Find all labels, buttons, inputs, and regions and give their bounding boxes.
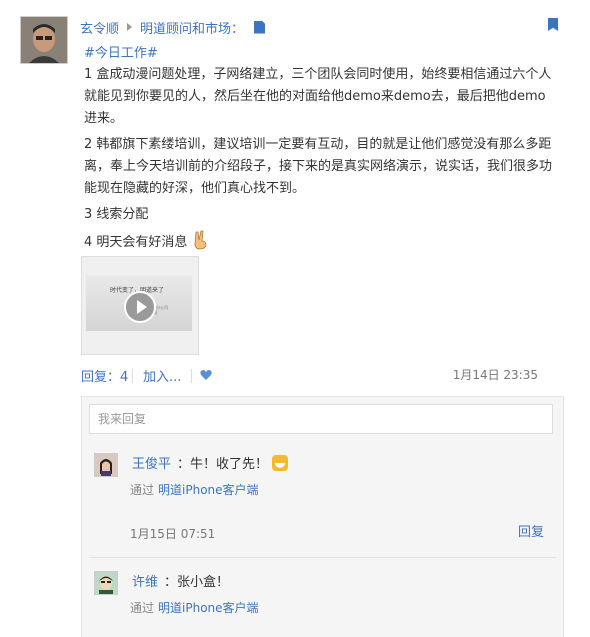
video-thumbnail[interactable]: 时代变了，明道来了 明道精英分公司— 玄令顺 [81, 256, 199, 355]
play-icon[interactable] [124, 291, 156, 323]
commenter-name[interactable]: 许维 [132, 571, 158, 590]
comment-message: ：牛！收了先！ [177, 453, 289, 472]
heart-icon[interactable] [200, 369, 212, 381]
arrow-right-icon [127, 23, 133, 31]
comment-date: 1月15日 07:51 [130, 527, 216, 541]
avatar[interactable] [94, 453, 118, 477]
post-content: 1 盒成动漫问题处理，子网络建立，三个团队会同时使用，始终要相信通过六个人就能见… [84, 64, 554, 258]
divider [191, 369, 192, 383]
post-paragraph: 3 线索分配 [84, 207, 149, 222]
via-label: 通过 [130, 601, 155, 615]
divider [132, 369, 133, 383]
victory-hand-icon [195, 230, 207, 250]
post-paragraph: 1 盒成动漫问题处理，子网络建立，三个团队会同时使用，始终要相信通过六个人就能见… [84, 67, 552, 126]
reply-button[interactable]: 回复 [518, 521, 544, 540]
via-label: 通过 [130, 483, 155, 497]
divider [89, 557, 556, 558]
topic-tag[interactable]: #今日工作# [84, 42, 158, 61]
post-header: 玄令顺 明道顾问和市场： [80, 16, 550, 38]
post-timestamp: 1月14日 23:35 [452, 368, 538, 382]
avatar[interactable] [94, 571, 118, 595]
author-avatar[interactable] [20, 16, 68, 64]
comments-panel: 我来回复 王俊平 ：牛！收了先！ 通过 明道iPhone客户端 1月15日 07:… [81, 396, 564, 637]
add-to-link[interactable]: 加入... [143, 366, 181, 385]
video-screen: 时代变了，明道来了 明道精英分公司— 玄令顺 [86, 275, 192, 331]
post-actions: 回复：4 加入... 1月14日 23:35 [81, 366, 541, 386]
comment-source: 通过 明道iPhone客户端 [130, 481, 259, 498]
post-paragraph-text: 4 明天会有好消息 [84, 235, 188, 250]
comment-message: ：张小盒！ [164, 575, 230, 590]
author-name[interactable]: 玄令顺 [80, 18, 119, 37]
reply-count-link[interactable]: 回复：4 [81, 366, 128, 385]
reply-input[interactable]: 我来回复 [89, 404, 553, 434]
bookmark-icon[interactable] [548, 18, 558, 31]
commenter-name[interactable]: 王俊平 [132, 453, 171, 472]
post-paragraph: 2 韩都旗下素缕培训，建议培训一定要有互动，目的就是让他们感觉没有那么多距离，奉… [84, 137, 553, 196]
comment-source: 通过 明道iPhone客户端 [130, 599, 259, 616]
document-icon[interactable] [254, 20, 266, 34]
comment-text: ：牛！收了先！ [177, 457, 269, 472]
laughing-emoji-icon [272, 455, 289, 471]
source-link[interactable]: 明道iPhone客户端 [158, 601, 259, 615]
source-link[interactable]: 明道iPhone客户端 [158, 483, 259, 497]
post-paragraph-last: 4 明天会有好消息 [84, 230, 554, 254]
group-name[interactable]: 明道顾问和市场： [140, 18, 244, 37]
